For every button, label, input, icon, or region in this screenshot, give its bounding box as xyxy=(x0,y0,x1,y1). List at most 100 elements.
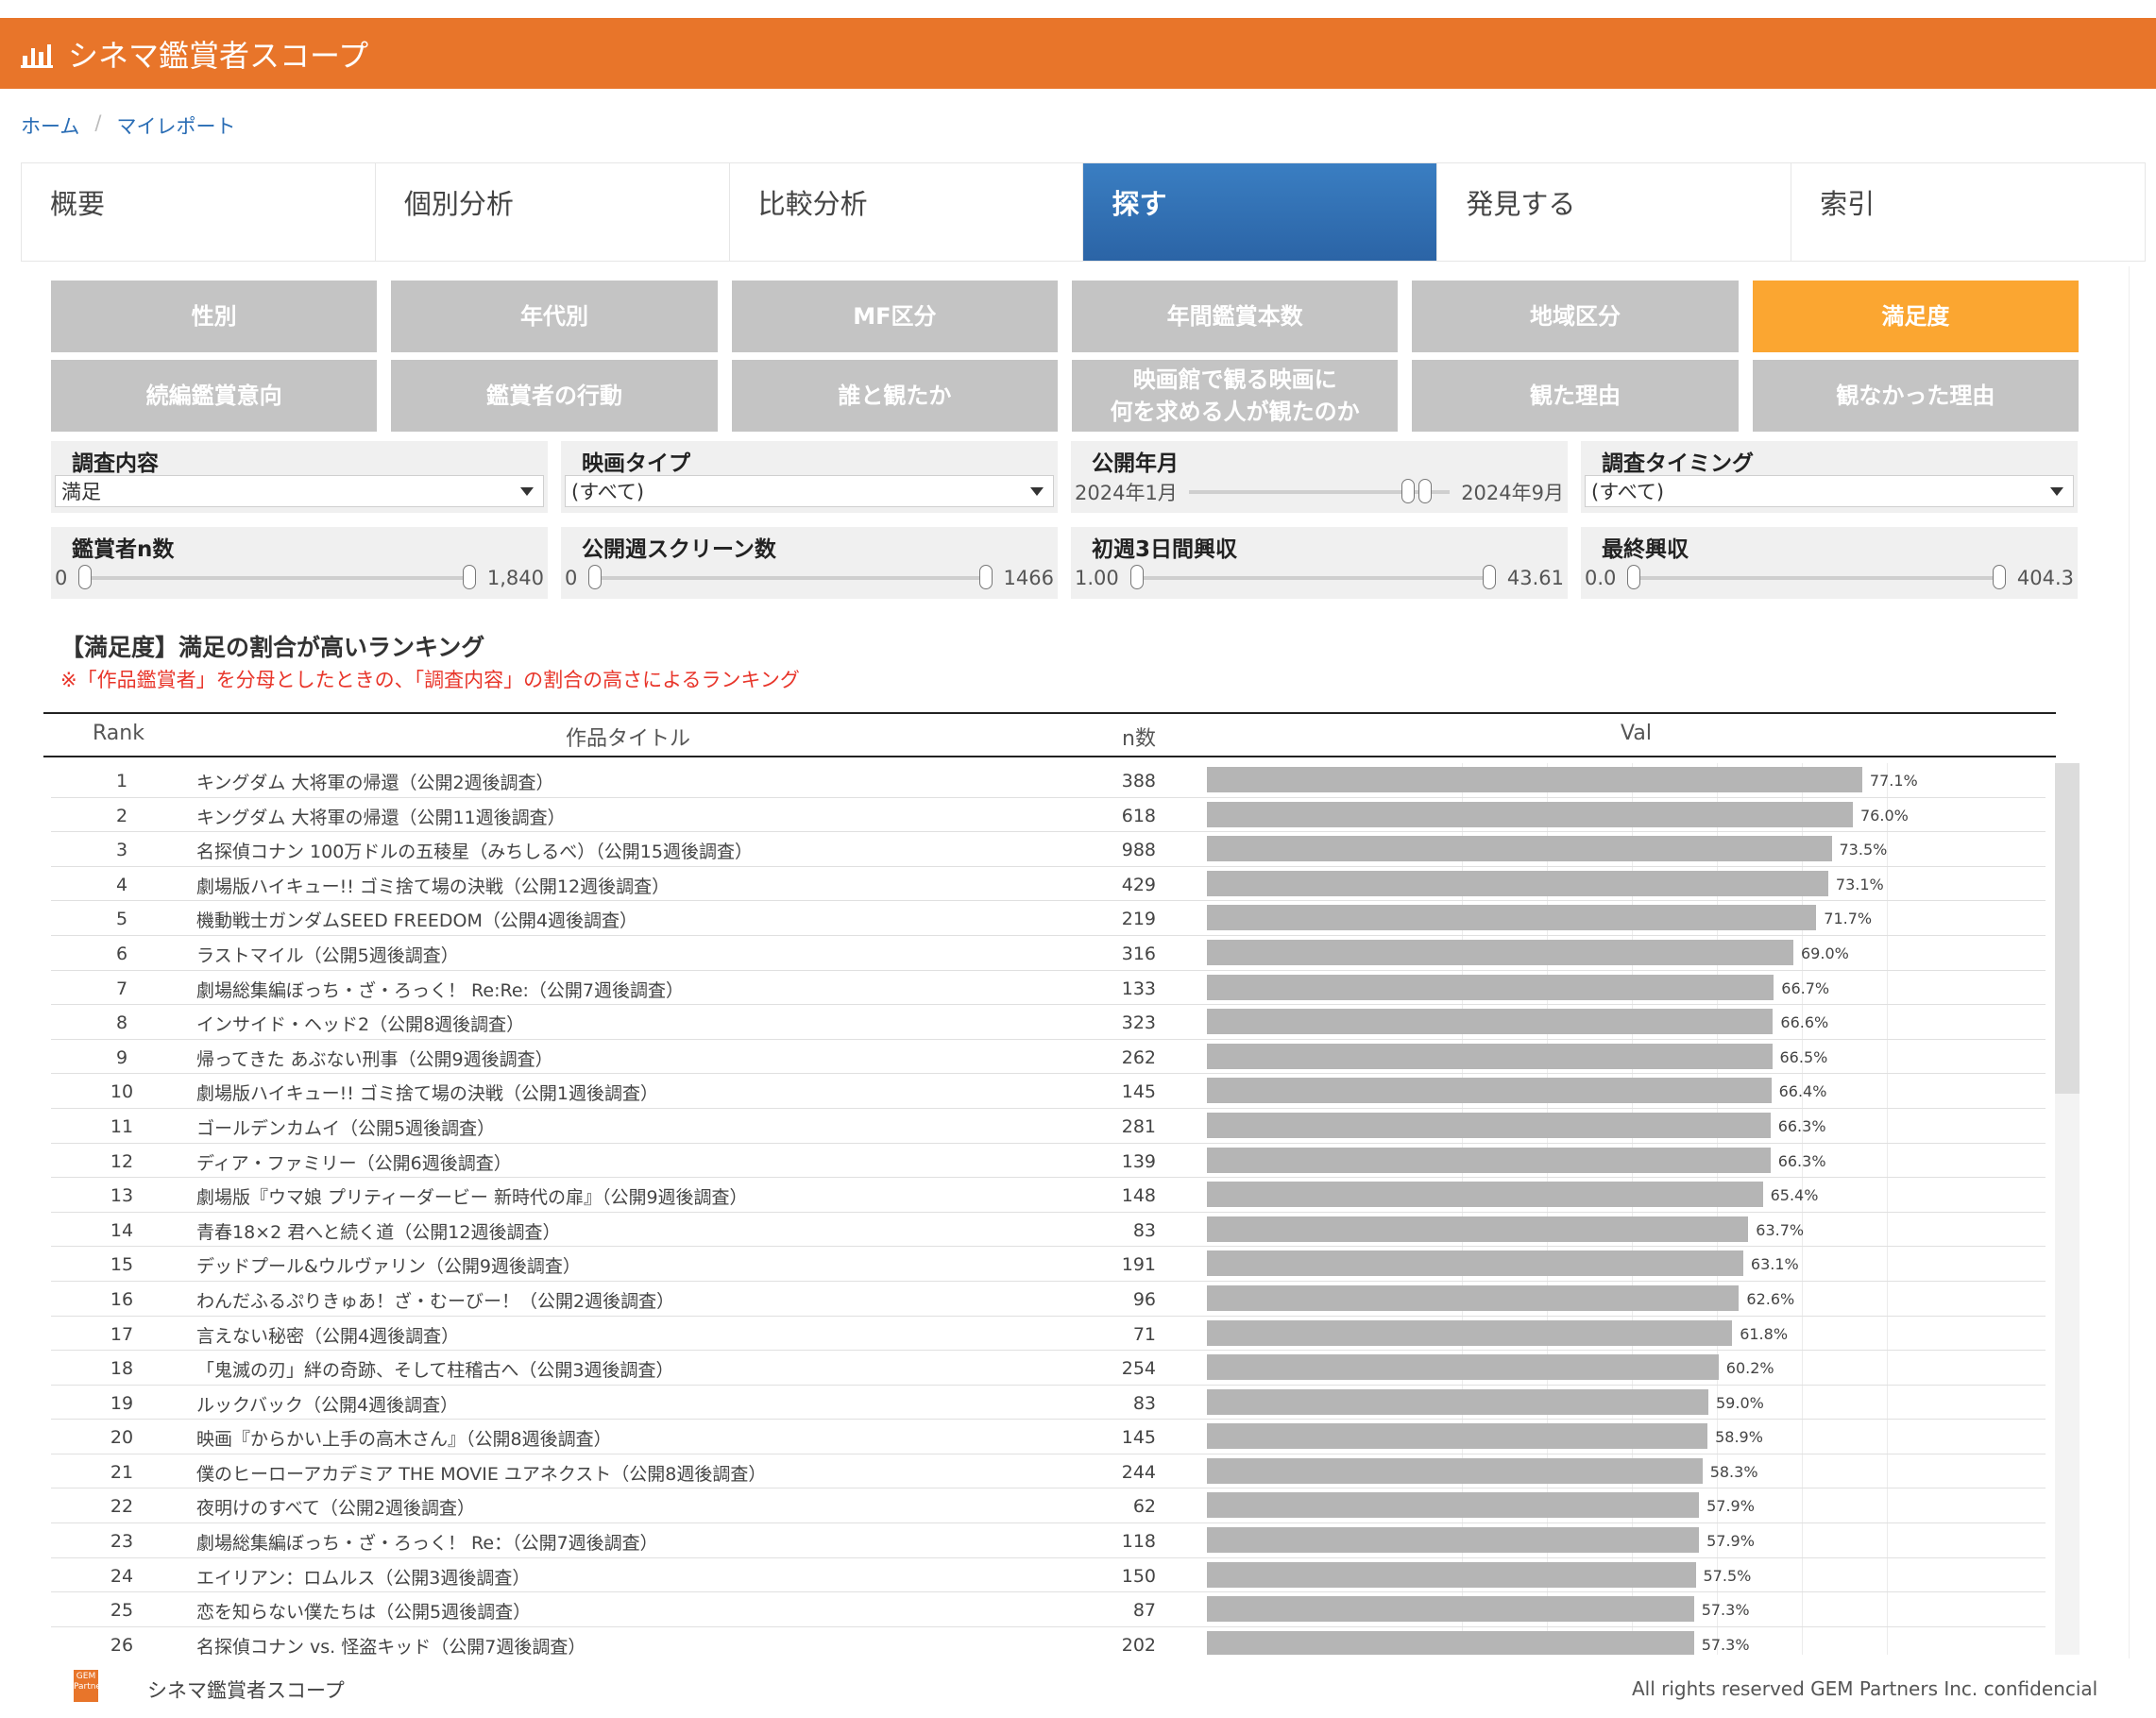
table-row[interactable]: 2 キングダム 大将軍の帰還（公開11週後調査） 618 76.0% xyxy=(51,798,2046,833)
value-bar[interactable] xyxy=(1207,1078,1772,1104)
viewers-n-track[interactable] xyxy=(78,565,476,589)
table-row[interactable]: 18 「鬼滅の刃」絆の奇跡、そして柱稽古へ（公開3週後調査） 254 60.2% xyxy=(51,1351,2046,1386)
table-row[interactable]: 3 名探偵コナン 100万ドルの五稜星（みちしるべ）（公開15週後調査） 988 73… xyxy=(51,832,2046,867)
category-annual-count-button[interactable]: 年間鑑賞本数 xyxy=(1072,281,1399,352)
table-row[interactable]: 11 ゴールデンカムイ（公開5週後調査） 281 66.3% xyxy=(51,1109,2046,1144)
value-bar[interactable] xyxy=(1207,905,1817,931)
table-row[interactable]: 26 名探偵コナン vs. 怪盗キッド（公開7週後調査） 202 57.3% xyxy=(51,1627,2046,1655)
category-behavior-button[interactable]: 鑑賞者の行動 xyxy=(391,360,718,432)
table-row[interactable]: 1 キングダム 大将軍の帰還（公開2週後調査） 388 77.1% xyxy=(51,763,2046,798)
release-range-slider[interactable]: 2024年1月 2024年9月 xyxy=(1075,473,1564,511)
table-row[interactable]: 7 劇場総集編ぼっち・ざ・ろっく！ Re:Re:（公開7週後調査） 133 66.7% xyxy=(51,971,2046,1006)
tab-index[interactable]: 索引 xyxy=(1791,163,2145,261)
movie-type-dropdown[interactable]: (すべて) xyxy=(565,475,1054,507)
timing-dropdown[interactable]: (すべて) xyxy=(1585,475,2074,507)
first3-slider[interactable]: 1.00 43.61 xyxy=(1075,559,1564,597)
range-handle[interactable] xyxy=(462,565,476,589)
table-scrollbar[interactable] xyxy=(2055,763,2080,1655)
range-handle[interactable] xyxy=(1627,565,1641,589)
final-track[interactable] xyxy=(1627,565,2006,589)
release-track[interactable] xyxy=(1188,479,1451,503)
range-handle[interactable] xyxy=(1129,565,1144,589)
tab-comparison[interactable]: 比較分析 xyxy=(730,163,1084,261)
value-bar[interactable] xyxy=(1207,1182,1763,1208)
category-mf-button[interactable]: MF区分 xyxy=(731,281,1058,352)
value-bar[interactable] xyxy=(1207,1492,1700,1519)
category-region-button[interactable]: 地域区分 xyxy=(1412,281,1739,352)
final-slider[interactable]: 0.0 404.3 xyxy=(1585,559,2074,597)
value-bar[interactable] xyxy=(1207,1423,1708,1450)
col-n-header[interactable]: n数 xyxy=(1122,722,1156,752)
value-bar[interactable] xyxy=(1207,1388,1708,1415)
table-row[interactable]: 4 劇場版ハイキュー!! ゴミ捨て場の決戦（公開12週後調査） 429 73.1% xyxy=(51,867,2046,902)
table-row[interactable]: 24 エイリアン：ロムルス（公開3週後調査） 150 57.5% xyxy=(51,1558,2046,1593)
breadcrumb-current-link[interactable]: マイレポート xyxy=(116,111,235,140)
table-row[interactable]: 21 僕のヒーローアカデミア THE MOVIE ユアネクスト（公開8週後調査） 2… xyxy=(51,1454,2046,1489)
category-reason-not-watched-button[interactable]: 観なかった理由 xyxy=(1752,360,2079,432)
col-rank-header[interactable]: Rank xyxy=(93,722,144,745)
range-handle[interactable] xyxy=(1418,479,1432,503)
category-companion-button[interactable]: 誰と観たか xyxy=(731,360,1058,432)
table-row[interactable]: 9 帰ってきた あぶない刑事（公開9週後調査） 262 66.5% xyxy=(51,1040,2046,1075)
table-row[interactable]: 14 青春18×2 君へと続く道（公開12週後調査） 83 63.7% xyxy=(51,1213,2046,1248)
range-handle[interactable] xyxy=(588,565,603,589)
value-bar[interactable] xyxy=(1207,1284,1740,1311)
col-val-header[interactable]: Val xyxy=(1621,722,1652,745)
table-row[interactable]: 20 映画『からかい上手の高木さん』（公開8週後調査） 145 58.9% xyxy=(51,1420,2046,1454)
table-row[interactable]: 15 デッドプール&ウルヴァリン（公開9週後調査） 191 63.1% xyxy=(51,1247,2046,1282)
range-handle[interactable] xyxy=(1482,565,1496,589)
first3-track[interactable] xyxy=(1129,565,1496,589)
table-row[interactable]: 19 ルックバック（公開4週後調査） 83 59.0% xyxy=(51,1386,2046,1420)
category-theater-expectation-button[interactable]: 映画館で観る映画に 何を求める人が観たのか xyxy=(1072,360,1399,432)
value-bar[interactable] xyxy=(1207,1043,1773,1069)
range-handle[interactable] xyxy=(978,565,993,589)
range-handle[interactable] xyxy=(1401,479,1415,503)
range-handle[interactable] xyxy=(78,565,93,589)
table-row[interactable]: 22 夜明けのすべて（公開2週後調査） 62 57.9% xyxy=(51,1488,2046,1524)
tab-discover[interactable]: 発見する xyxy=(1437,163,1792,261)
range-handle[interactable] xyxy=(1992,565,2006,589)
table-row[interactable]: 16 わんだふるぷりきゅあ！ざ・むーびー！（公開2週後調査） 96 62.6% xyxy=(51,1282,2046,1317)
category-satisfaction-button[interactable]: 満足度 xyxy=(1752,281,2079,352)
table-row[interactable]: 25 恋を知らない僕たちは（公開5週後調査） 87 57.3% xyxy=(51,1592,2046,1627)
category-reason-watched-button[interactable]: 観た理由 xyxy=(1412,360,1739,432)
value-bar[interactable] xyxy=(1207,974,1774,1000)
col-title-header[interactable]: 作品タイトル xyxy=(566,722,690,752)
value-bar[interactable] xyxy=(1207,1250,1743,1277)
tab-overview[interactable]: 概要 xyxy=(22,163,376,261)
value-bar[interactable] xyxy=(1207,1527,1700,1554)
value-bar[interactable] xyxy=(1207,1630,1694,1655)
page-scrollbar[interactable] xyxy=(2129,266,2141,1683)
category-age-button[interactable]: 年代別 xyxy=(391,281,718,352)
value-bar[interactable] xyxy=(1207,1112,1771,1138)
category-sequel-intent-button[interactable]: 続編鑑賞意向 xyxy=(51,360,378,432)
screens-track[interactable] xyxy=(588,565,993,589)
tab-individual-analysis[interactable]: 個別分析 xyxy=(376,163,730,261)
table-row[interactable]: 6 ラストマイル（公開5週後調査） 316 69.0% xyxy=(51,936,2046,971)
table-row[interactable]: 17 言えない秘密（公開4週後調査） 71 61.8% xyxy=(51,1317,2046,1352)
value-bar[interactable] xyxy=(1207,801,1853,827)
value-bar[interactable] xyxy=(1207,1216,1749,1242)
category-gender-button[interactable]: 性別 xyxy=(51,281,378,352)
value-bar[interactable] xyxy=(1207,836,1832,862)
table-row[interactable]: 8 インサイド・ヘッド2（公開8週後調査） 323 66.6% xyxy=(51,1005,2046,1040)
value-bar[interactable] xyxy=(1207,1147,1771,1173)
value-bar[interactable] xyxy=(1207,939,1793,965)
table-row[interactable]: 5 機動戦士ガンダムSEED FREEDOM（公開4週後調査） 219 71.7% xyxy=(51,901,2046,936)
breadcrumb-home-link[interactable]: ホーム xyxy=(21,111,79,140)
tab-search[interactable]: 探す xyxy=(1083,163,1438,261)
value-bar[interactable] xyxy=(1207,1009,1774,1035)
survey-dropdown[interactable]: 満足 xyxy=(55,475,544,507)
screens-slider[interactable]: 0 1466 xyxy=(565,559,1054,597)
value-bar[interactable] xyxy=(1207,1354,1719,1381)
value-bar[interactable] xyxy=(1207,1319,1733,1346)
table-row[interactable]: 12 ディア・ファミリー（公開6週後調査） 139 66.3% xyxy=(51,1144,2046,1179)
table-row[interactable]: 10 劇場版ハイキュー!! ゴミ捨て場の決戦（公開1週後調査） 145 66.4% xyxy=(51,1074,2046,1109)
table-row[interactable]: 13 劇場版『ウマ娘 プリティーダービー 新時代の扉』（公開9週後調査） 148 65… xyxy=(51,1178,2046,1213)
value-bar[interactable] xyxy=(1207,1561,1696,1588)
value-bar[interactable] xyxy=(1207,767,1862,792)
value-bar[interactable] xyxy=(1207,1596,1694,1623)
value-bar[interactable] xyxy=(1207,1457,1703,1484)
table-row[interactable]: 23 劇場総集編ぼっち・ざ・ろっく！ Re：（公開7週後調査） 118 57.9% xyxy=(51,1523,2046,1558)
table-scrollbar-thumb[interactable] xyxy=(2055,763,2080,1094)
